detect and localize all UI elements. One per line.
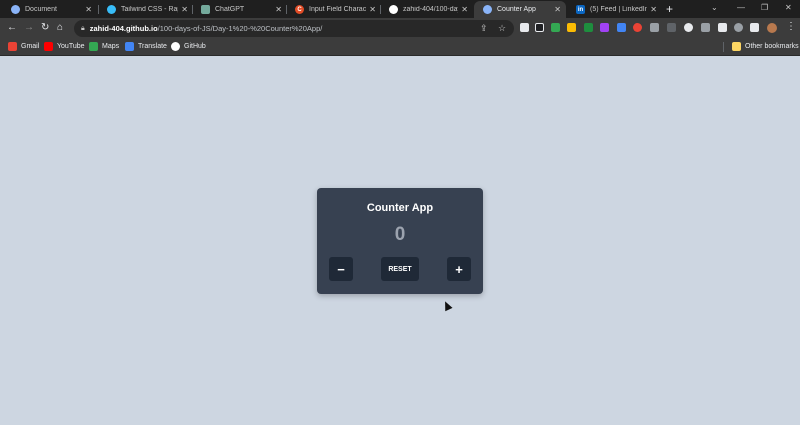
tab-counter-app[interactable]: Counter App ✕ (474, 1, 566, 18)
back-icon[interactable]: ← (7, 22, 17, 34)
minimize-icon[interactable]: — (737, 3, 745, 12)
tab-title: zahid-404/100-days-of (403, 6, 458, 13)
tab-github-repo[interactable]: zahid-404/100-days-of ✕ (380, 1, 473, 18)
tab-title: Counter App (497, 6, 536, 13)
tab-title: Input Field Character (309, 6, 367, 13)
new-tab-icon[interactable]: + (666, 2, 673, 16)
extension-icon[interactable] (600, 23, 609, 32)
close-icon[interactable]: ✕ (554, 5, 561, 14)
bookmark-label: Other bookmarks (745, 43, 799, 50)
extension-icon[interactable] (633, 23, 642, 32)
restore-icon[interactable]: ❐ (761, 3, 768, 12)
github-icon (171, 42, 180, 51)
bookmark-youtube[interactable]: YouTube (44, 42, 85, 51)
mouse-cursor-icon (441, 299, 453, 312)
add-icon[interactable] (684, 23, 693, 32)
url-host: zahid-404.github.io (89, 24, 158, 33)
globe-icon (11, 5, 20, 14)
globe-icon (483, 5, 492, 14)
close-icon[interactable]: ✕ (369, 5, 376, 14)
more-menu-icon[interactable]: ⋮ (786, 21, 796, 32)
reset-button[interactable]: RESET (381, 257, 419, 281)
chatgpt-icon (201, 5, 210, 14)
browser-tab-strip: Document ✕ Tailwind CSS - Rapidly ✕ Chat… (0, 0, 800, 18)
extension-icon[interactable] (701, 23, 710, 32)
close-window-icon[interactable]: ✕ (785, 3, 792, 12)
extension-icon[interactable] (617, 23, 626, 32)
extension-icon[interactable] (567, 23, 576, 32)
puzzle-icon[interactable] (718, 23, 727, 32)
close-icon[interactable]: ✕ (650, 5, 657, 14)
tab-title: Document (25, 6, 57, 13)
extension-icon[interactable] (667, 23, 676, 32)
extension-icon[interactable] (734, 23, 743, 32)
close-icon[interactable]: ✕ (181, 5, 188, 14)
tab-input-field[interactable]: C Input Field Character ✕ (286, 1, 381, 18)
profile-avatar[interactable] (767, 23, 777, 33)
bookmark-label: Translate (138, 43, 167, 50)
linkedin-icon: in (576, 5, 585, 14)
extension-icon[interactable] (650, 23, 659, 32)
translate-icon (125, 42, 134, 51)
lock-icon: 🔒︎ (81, 24, 85, 32)
tab-document[interactable]: Document ✕ (2, 1, 97, 18)
gmail-icon (8, 42, 17, 51)
share-icon[interactable]: ⇪ (480, 23, 488, 34)
close-icon[interactable]: ✕ (275, 5, 282, 14)
tab-title: (5) Feed | LinkedIn (590, 6, 648, 13)
bookmark-label: GitHub (184, 43, 206, 50)
home-icon[interactable]: ⌂ (57, 22, 63, 34)
bookmark-maps[interactable]: Maps (89, 42, 119, 51)
extension-icon[interactable] (520, 23, 529, 32)
increment-button[interactable]: + (447, 257, 471, 281)
extension-icon[interactable] (535, 23, 544, 32)
tab-linkedin[interactable]: in (5) Feed | LinkedIn ✕ (567, 1, 662, 18)
reload-icon[interactable]: ↻ (41, 22, 49, 34)
youtube-icon (44, 42, 53, 51)
tab-tailwind[interactable]: Tailwind CSS - Rapidly ✕ (98, 1, 193, 18)
bookmark-gmail[interactable]: Gmail (8, 42, 39, 51)
tab-title: ChatGPT (215, 6, 245, 13)
address-bar[interactable]: 🔒︎ zahid-404.github.io/100-days-of-JS/Da… (74, 20, 514, 37)
folder-icon (732, 42, 741, 51)
bookmark-other[interactable]: Other bookmarks (732, 42, 799, 51)
counter-value: 0 (394, 224, 406, 245)
bookmark-label: YouTube (57, 43, 85, 50)
forward-icon[interactable]: → (24, 22, 34, 34)
codepen-icon: C (295, 5, 304, 14)
close-icon[interactable]: ✕ (461, 5, 468, 14)
counter-card: Counter App 0 − RESET + (317, 188, 483, 294)
tailwind-icon (107, 5, 116, 14)
decrement-button[interactable]: − (329, 257, 353, 281)
github-icon (389, 5, 398, 14)
bookmark-label: Gmail (21, 43, 40, 50)
bookmark-label: Maps (102, 43, 120, 50)
app-title: Counter App (366, 202, 434, 214)
bookmark-translate[interactable]: Translate (125, 42, 167, 51)
tab-search-icon[interactable]: ⌄ (711, 3, 718, 12)
bookmarks-bar: Gmail YouTube Maps Translate GitHub Othe… (0, 39, 800, 56)
extension-icon[interactable] (551, 23, 560, 32)
side-panel-icon[interactable] (750, 23, 759, 32)
browser-toolbar: ← → ↻ ⌂ 🔒︎ zahid-404.github.io/100-days-… (0, 18, 800, 39)
url-path: /100-days-of-JS/Day-1%20-%20Counter%20Ap… (157, 24, 323, 33)
maps-icon (89, 42, 98, 51)
close-icon[interactable]: ✕ (85, 5, 92, 14)
extension-icon[interactable] (584, 23, 593, 32)
bookmark-github[interactable]: GitHub (171, 42, 206, 51)
tab-chatgpt[interactable]: ChatGPT ✕ (192, 1, 287, 18)
tab-title: Tailwind CSS - Rapidly (121, 6, 178, 13)
bookmark-star-icon[interactable]: ☆ (498, 23, 506, 34)
